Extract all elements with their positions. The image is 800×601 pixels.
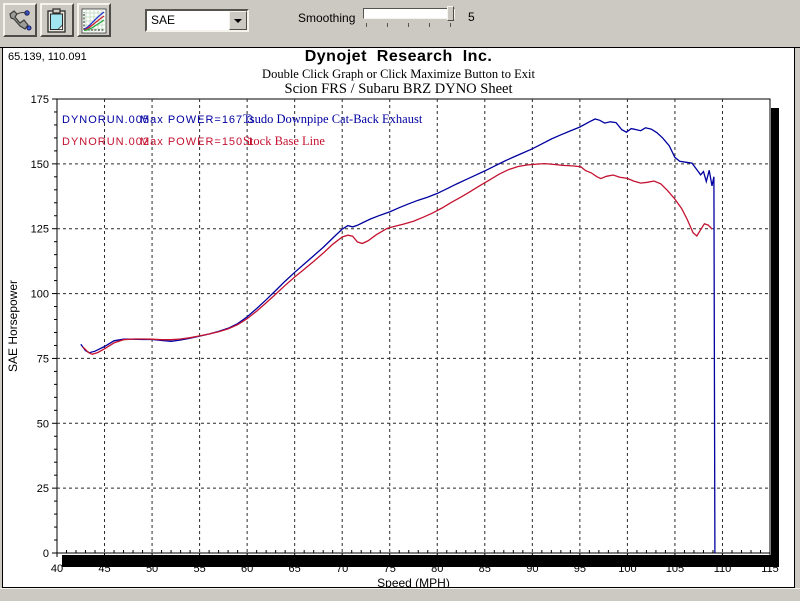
svg-text:95: 95: [574, 563, 586, 575]
svg-text:175: 175: [31, 94, 49, 106]
svg-text:90: 90: [526, 563, 538, 575]
slider-tick: [429, 23, 430, 27]
smoothing-label: Smoothing: [298, 11, 355, 25]
svg-text:Stock Base Line: Stock Base Line: [243, 134, 325, 148]
svg-text:Tsudo Downpipe Cat-Back Exhaus: Tsudo Downpipe Cat-Back Exhaust: [243, 112, 423, 126]
svg-text:125: 125: [31, 224, 49, 236]
svg-text:80: 80: [431, 563, 443, 575]
toolbar: SAE Smoothing 5: [0, 0, 800, 48]
svg-text:Max POWER=167.3: Max POWER=167.3: [140, 114, 254, 126]
wrench-probe-icon: [5, 8, 35, 34]
winpep-dyno-window: { "window": { "toolbar_bg": "#ccc9c2", "…: [0, 0, 800, 600]
svg-text:0: 0: [43, 548, 49, 560]
graph-button[interactable]: [77, 3, 111, 37]
svg-text:50: 50: [146, 563, 158, 575]
dyno-sheet-panel: 65.139, 110.091 Dynojet Research Inc. Do…: [2, 47, 795, 588]
svg-text:150: 150: [31, 159, 49, 171]
tools-button[interactable]: [3, 3, 37, 37]
svg-text:DYNORUN.002: DYNORUN.002: [62, 136, 150, 148]
svg-text:75: 75: [37, 353, 49, 365]
slider-tick: [408, 23, 409, 27]
slider-track[interactable]: [363, 8, 455, 19]
slider-tick: [387, 23, 388, 27]
svg-text:45: 45: [98, 563, 110, 575]
svg-text:DYNORUN.005: DYNORUN.005: [62, 114, 150, 126]
svg-text:75: 75: [384, 563, 396, 575]
svg-text:50: 50: [37, 418, 49, 430]
window-bottom-edge: [0, 588, 800, 601]
units-dropdown-value: SAE: [151, 13, 175, 27]
slider-tick: [366, 23, 367, 27]
svg-text:55: 55: [193, 563, 205, 575]
svg-text:85: 85: [479, 563, 491, 575]
svg-text:Speed (MPH): Speed (MPH): [377, 576, 450, 587]
svg-text:100: 100: [31, 289, 49, 301]
dropdown-arrow-button[interactable]: [229, 11, 247, 30]
svg-text:60: 60: [241, 563, 253, 575]
units-dropdown[interactable]: SAE: [145, 9, 249, 32]
chevron-down-icon: [234, 19, 242, 23]
svg-text:100: 100: [618, 563, 636, 575]
svg-text:105: 105: [666, 563, 684, 575]
copy-to-clipboard-button[interactable]: [40, 3, 74, 37]
slider-thumb[interactable]: [447, 6, 454, 21]
smoothing-value: 5: [468, 10, 475, 24]
slider-tick: [450, 23, 451, 27]
svg-text:40: 40: [51, 563, 63, 575]
svg-text:SAE Horsepower: SAE Horsepower: [6, 280, 20, 372]
svg-text:70: 70: [336, 563, 348, 575]
clipboard-icon: [42, 8, 72, 34]
smoothing-slider[interactable]: [363, 6, 455, 30]
dyno-chart[interactable]: 0 25 50 75 100 125 150 175 40 45 50 55 60 65 70 75 80 85 9…: [3, 48, 794, 587]
svg-text:25: 25: [37, 483, 49, 495]
svg-text:110: 110: [714, 563, 732, 575]
svg-text:65: 65: [289, 563, 301, 575]
svg-text:Max POWER=150.1: Max POWER=150.1: [140, 136, 254, 148]
svg-text:115: 115: [761, 563, 779, 575]
mini-graph-icon: [79, 8, 109, 34]
